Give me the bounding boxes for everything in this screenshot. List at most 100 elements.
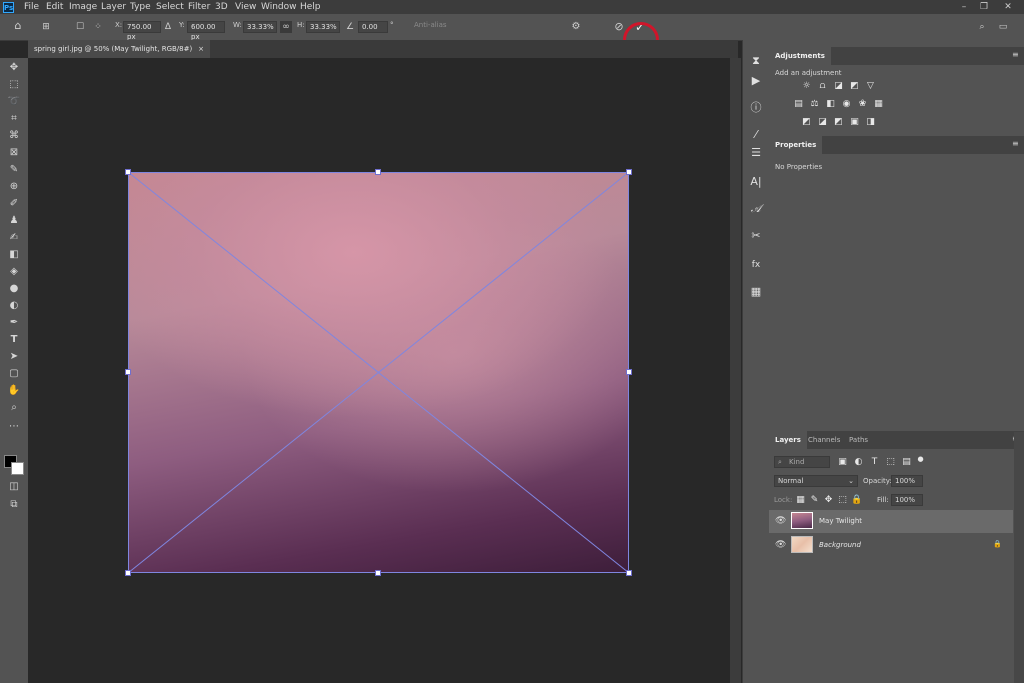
menu-file[interactable]: File xyxy=(24,0,39,14)
lock-image-icon[interactable]: ✎ xyxy=(809,495,820,505)
reference-point-checkbox[interactable]: ☐ xyxy=(74,21,86,33)
healing-tool-icon[interactable]: ⊕ xyxy=(5,180,23,194)
filter-pixel-icon[interactable]: ▣ xyxy=(837,457,848,467)
opacity-field[interactable]: 100% xyxy=(891,475,923,487)
background-color-swatch[interactable] xyxy=(11,462,24,475)
menu-help[interactable]: Help xyxy=(300,0,321,14)
menu-layer[interactable]: Layer xyxy=(101,0,126,14)
transform-handle-top-left[interactable] xyxy=(125,169,131,175)
screen-mode-icon[interactable]: ⧉ xyxy=(5,498,23,512)
tab-adjustments[interactable]: Adjustments xyxy=(769,47,831,65)
dodge-tool-icon[interactable]: ◐ xyxy=(5,299,23,313)
delta-icon[interactable]: Δ xyxy=(162,21,174,33)
menu-image[interactable]: Image xyxy=(69,0,97,14)
link-icon[interactable]: ∞ xyxy=(280,21,292,33)
anti-alias-label[interactable]: Anti-alias xyxy=(414,21,447,29)
frame-tool-icon[interactable]: ⊠ xyxy=(5,146,23,160)
transform-handle-bottom-left[interactable] xyxy=(125,570,131,576)
table-panel-icon[interactable]: ▦ xyxy=(748,285,764,299)
home-icon[interactable]: ⌂ xyxy=(12,20,24,32)
quick-mask-icon[interactable]: ◫ xyxy=(5,480,23,494)
close-tab-icon[interactable]: × xyxy=(198,40,204,58)
filter-shape-icon[interactable]: ⬚ xyxy=(885,457,896,467)
x-position-field[interactable]: 750.00 px xyxy=(123,21,161,41)
transform-handle-top[interactable] xyxy=(375,169,381,175)
tab-channels[interactable]: Channels xyxy=(802,431,846,449)
transform-handle-top-right[interactable] xyxy=(626,169,632,175)
menu-select[interactable]: Select xyxy=(156,0,184,14)
lock-all-icon[interactable]: 🔒 xyxy=(851,495,862,505)
filter-toggle-icon[interactable]: ● xyxy=(915,454,926,464)
invert-icon[interactable]: ◩ xyxy=(801,117,812,127)
blur-tool-icon[interactable]: ● xyxy=(5,282,23,296)
styles-fx-icon[interactable]: fx xyxy=(748,258,764,272)
workspace-icon[interactable]: ▭ xyxy=(997,21,1009,33)
character-panel-icon[interactable]: A| xyxy=(748,175,764,189)
eraser-tool-icon[interactable]: ◧ xyxy=(5,248,23,262)
menu-edit[interactable]: Edit xyxy=(46,0,63,14)
shape-tool-icon[interactable]: ▢ xyxy=(5,367,23,381)
zoom-tool-icon[interactable]: ⌕ xyxy=(5,401,23,415)
properties-sliders-icon[interactable]: ☰ xyxy=(748,146,764,160)
history-brush-tool-icon[interactable]: ✍ xyxy=(5,231,23,245)
menu-view[interactable]: View xyxy=(235,0,256,14)
exposure-icon[interactable]: ◩ xyxy=(849,81,860,91)
canvas-vertical-scrollbar[interactable] xyxy=(730,58,741,683)
type-tool-icon[interactable]: T xyxy=(5,333,23,347)
blend-mode-select[interactable]: Normal ⌄ xyxy=(774,475,858,487)
filter-type-icon[interactable]: T xyxy=(869,457,880,467)
pen-tool-icon[interactable]: ✒ xyxy=(5,316,23,330)
move-tool-icon[interactable]: ✥ xyxy=(5,61,23,75)
gradient-map-icon[interactable]: ▣ xyxy=(849,117,860,127)
cancel-transform-icon[interactable]: ⊘ xyxy=(613,21,625,33)
transform-handle-right[interactable] xyxy=(626,369,632,375)
layer-row-may-twilight[interactable]: 👁 May Twilight xyxy=(769,510,1013,533)
tools-preset-icon[interactable]: ✂ xyxy=(748,229,764,243)
lock-transparent-icon[interactable]: ▦ xyxy=(795,495,806,505)
document-tab[interactable]: spring girl.jpg @ 50% (May Twilight, RGB… xyxy=(28,40,210,58)
angle-field[interactable]: 0.00 xyxy=(358,21,388,33)
selective-color-icon[interactable]: ◨ xyxy=(865,117,876,127)
glyphs-panel-icon[interactable]: 𝒜 xyxy=(748,202,764,216)
lock-artboard-icon[interactable]: ⬚ xyxy=(837,495,848,505)
transform-handle-bottom-right[interactable] xyxy=(626,570,632,576)
menu-type[interactable]: Type xyxy=(130,0,151,14)
layer-row-background[interactable]: 👁 Background 🔒 xyxy=(769,534,1013,557)
tab-properties[interactable]: Properties xyxy=(769,136,823,154)
lasso-tool-icon[interactable]: ➰ xyxy=(5,95,23,109)
posterize-icon[interactable]: ◪ xyxy=(817,117,828,127)
history-panel-icon[interactable]: ⧗ xyxy=(748,54,764,68)
crop-tool-icon[interactable]: ⌘ xyxy=(5,129,23,143)
y-position-field[interactable]: 600.00 px xyxy=(187,21,225,41)
close-window-button[interactable]: ✕ xyxy=(998,0,1018,14)
reference-point-toggle-icon[interactable]: ⊞ xyxy=(40,21,52,33)
search-icon[interactable]: ⌕ xyxy=(976,21,988,33)
filter-adjustment-icon[interactable]: ◐ xyxy=(853,457,864,467)
actions-play-icon[interactable]: ▶ xyxy=(748,74,764,88)
paint-bucket-tool-icon[interactable]: ◈ xyxy=(5,265,23,279)
vibrance-icon[interactable]: ▽ xyxy=(865,81,876,91)
hand-tool-icon[interactable]: ✋ xyxy=(5,384,23,398)
layers-scrollbar[interactable] xyxy=(1014,432,1024,683)
layer-name[interactable]: Background xyxy=(819,534,861,557)
visibility-eye-icon[interactable]: 👁 xyxy=(775,540,786,550)
marquee-tool-icon[interactable]: ⬚ xyxy=(5,78,23,92)
menu-filter[interactable]: Filter xyxy=(188,0,210,14)
width-field[interactable]: 33.33% xyxy=(243,21,277,33)
minimize-button[interactable]: – xyxy=(954,0,974,14)
curves-icon[interactable]: ◪ xyxy=(833,81,844,91)
warp-icon[interactable]: ⚙ xyxy=(570,21,582,33)
black-white-icon[interactable]: ◧ xyxy=(825,99,836,109)
layer-name[interactable]: May Twilight xyxy=(819,510,862,533)
color-lookup-icon[interactable]: ▦ xyxy=(873,99,884,109)
brush-tool-icon[interactable]: ✐ xyxy=(5,197,23,211)
transform-handle-bottom[interactable] xyxy=(375,570,381,576)
eyedropper-tool-icon[interactable]: ✎ xyxy=(5,163,23,177)
height-field[interactable]: 33.33% xyxy=(306,21,340,33)
path-select-tool-icon[interactable]: ➤ xyxy=(5,350,23,364)
visibility-eye-icon[interactable]: 👁 xyxy=(775,516,786,526)
color-balance-icon[interactable]: ⚖ xyxy=(809,99,820,109)
fill-field[interactable]: 100% xyxy=(891,494,923,506)
hue-saturation-icon[interactable]: ▤ xyxy=(793,99,804,109)
photo-filter-icon[interactable]: ◉ xyxy=(841,99,852,109)
